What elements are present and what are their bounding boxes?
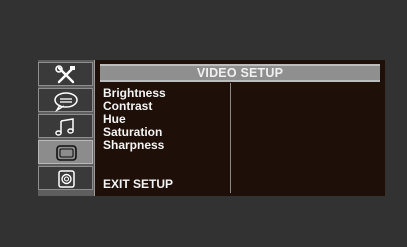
music-note-icon (55, 118, 74, 136)
tab-speaker-setup[interactable] (38, 166, 93, 190)
tab-language-setup[interactable] (38, 88, 93, 113)
exit-setup-button[interactable]: EXIT SETUP (103, 178, 173, 191)
page-title: VIDEO SETUP (196, 66, 284, 80)
tab-general-setup[interactable] (38, 62, 93, 86)
tab-audio-setup[interactable] (38, 114, 93, 138)
tab-video-setup[interactable] (38, 140, 93, 164)
settings-content-area: VIDEO SETUP Brightness Contrast Hue Satu… (94, 60, 385, 196)
tools-icon (55, 65, 75, 84)
video-settings-list: Brightness Contrast Hue Saturation Sharp… (103, 87, 166, 152)
page-title-bar: VIDEO SETUP (100, 64, 380, 82)
speaker-icon (58, 170, 75, 188)
screen-icon (56, 145, 77, 161)
speech-bubble-icon (54, 92, 78, 113)
setup-menu-panel: VIDEO SETUP Brightness Contrast Hue Satu… (38, 60, 385, 196)
menu-item-sharpness[interactable]: Sharpness (103, 139, 166, 152)
category-tabs (38, 60, 94, 196)
column-divider (230, 83, 231, 193)
